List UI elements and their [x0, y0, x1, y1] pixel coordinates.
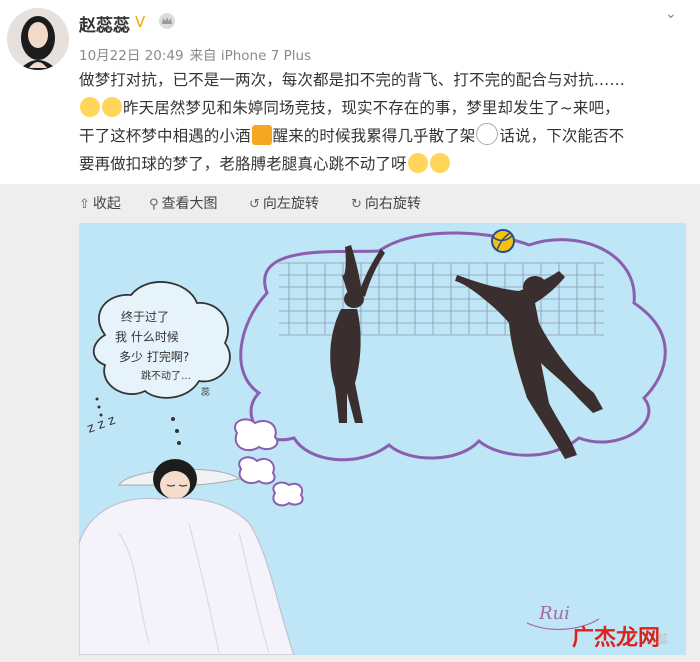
- post-line: 干了这杯梦中相遇的小酒 醒来的时候我累得几乎散了架 话说，下次能否不: [79, 122, 689, 150]
- collapse-button[interactable]: ⇧ 收起: [79, 193, 121, 213]
- view-large-button[interactable]: ⚲ 查看大图: [149, 193, 218, 213]
- post-text: 做梦打对抗，已不是一两次，每次都是扣不完的背飞、打不完的配合与对抗…… 昨天居然…: [79, 66, 689, 178]
- dream-illustration: 终于过了 我 什么时候 多少 打完啊? 跳不动了… 蕊 z z z Rui: [79, 223, 686, 655]
- post-line-text: 醒来的时候我累得几乎散了架: [272, 127, 476, 145]
- view-large-label: 查看大图: [161, 196, 218, 212]
- avatar[interactable]: [7, 8, 69, 70]
- speech-line: 多少 打完啊?: [119, 349, 189, 364]
- search-icon: ⚲: [149, 197, 159, 212]
- beer-icon: [251, 125, 272, 145]
- sleepy-face-icon: [102, 97, 122, 117]
- site-watermark: 广杰龙网: [572, 626, 661, 651]
- speech-line: 蕊: [201, 386, 210, 398]
- avatar-photo: [7, 8, 69, 70]
- post-image[interactable]: 终于过了 我 什么时候 多少 打完啊? 跳不动了… 蕊 z z z Rui: [79, 223, 686, 655]
- rotate-right-button[interactable]: ↻ 向右旋转: [351, 193, 421, 213]
- rotate-right-icon: ↻: [351, 197, 362, 212]
- post-line: 做梦打对抗，已不是一两次，每次都是扣不完的背飞、打不完的配合与对抗……: [79, 71, 626, 89]
- arrow-up-icon: ⇧: [79, 197, 90, 212]
- speech-line: 终于过了: [121, 309, 169, 324]
- speech-line: 我 什么时候: [115, 330, 179, 344]
- post-meta: 10月22日 20:49 来自 iPhone 7 Plus: [79, 44, 317, 64]
- post-line-text: 干了这杯梦中相遇的小酒: [79, 127, 251, 145]
- post-line: 要再做扣球的梦了，老胳膊老腿真心跳不动了呀: [79, 150, 689, 178]
- weibo-post: 赵蕊蕊 V ⌄ 10月22日 20:49 来自 iPhone 7 Plus 做梦打…: [0, 0, 700, 662]
- rotate-left-icon: ↺: [249, 197, 260, 212]
- username[interactable]: 赵蕊蕊: [79, 11, 130, 36]
- rotate-left-button[interactable]: ↺ 向左旋转: [249, 193, 319, 213]
- rotate-left-label: 向左旋转: [262, 196, 319, 212]
- signature: Rui: [538, 603, 570, 624]
- sleepy-face-icon: [80, 97, 100, 117]
- laugh-cry-icon: [429, 153, 450, 173]
- crown-icon: [159, 13, 175, 29]
- post-line-text: 昨天居然梦见和朱婷同场竞技，现实不存在的事，梦里却发生了~来吧，: [123, 99, 620, 117]
- watermark-sub: 蕊: [657, 633, 668, 646]
- post-source: 来自 iPhone 7 Plus: [189, 48, 312, 64]
- post-line: 昨天居然梦见和朱婷同场竞技，现实不存在的事，梦里却发生了~来吧，: [79, 94, 689, 122]
- post-line-text: 话说，下次能否不: [499, 127, 625, 145]
- rotate-right-label: 向右旋转: [364, 196, 421, 212]
- post-line-text: 要再做扣球的梦了，老胳膊老腿真心跳不动了呀: [79, 155, 407, 173]
- chevron-down-icon[interactable]: ⌄: [665, 6, 677, 22]
- laugh-cry-icon: [407, 153, 428, 173]
- speech-line: 跳不动了…: [141, 369, 191, 382]
- post-timestamp[interactable]: 10月22日 20:49: [79, 48, 184, 64]
- verified-badge-icon: V: [135, 13, 146, 31]
- dizzy-face-icon: [476, 123, 499, 145]
- collapse-label: 收起: [92, 196, 121, 212]
